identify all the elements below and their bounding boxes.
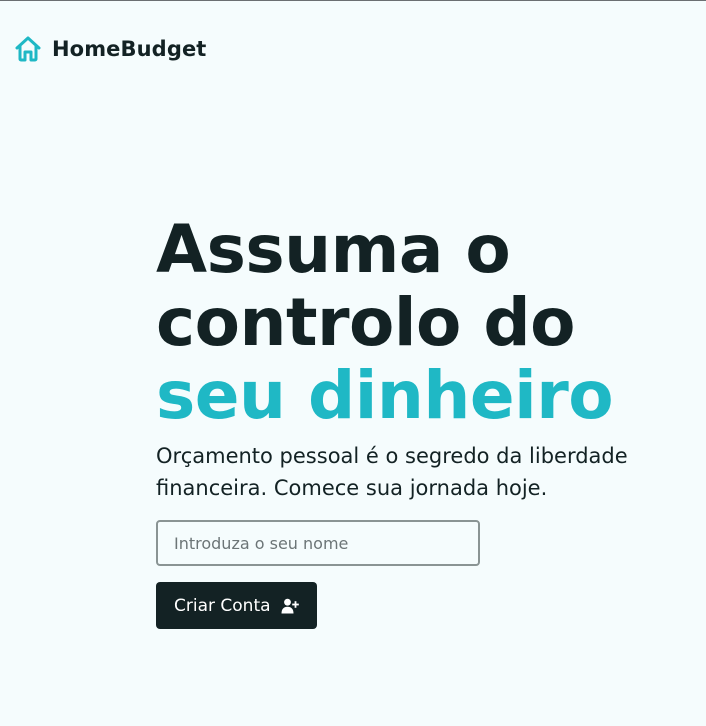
create-account-button[interactable]: Criar Conta (156, 582, 317, 629)
brand-name[interactable]: HomeBudget (52, 37, 206, 61)
user-plus-icon (281, 598, 299, 614)
headline-accent-line: seu dinheiro (156, 357, 614, 434)
create-account-label: Criar Conta (174, 595, 271, 616)
headline-line-1: Assuma o (156, 211, 511, 288)
app-header: HomeBudget (14, 35, 206, 63)
name-input[interactable] (156, 520, 480, 566)
hero-section: Assuma o controlo do seu dinheiro Orçame… (156, 213, 696, 629)
hero-subtitle: Orçamento pessoal é o segredo da liberda… (156, 444, 628, 500)
hero-headline: Assuma o controlo do seu dinheiro (156, 213, 696, 432)
house-icon[interactable] (14, 35, 42, 63)
headline-line-2: controlo do (156, 284, 575, 361)
